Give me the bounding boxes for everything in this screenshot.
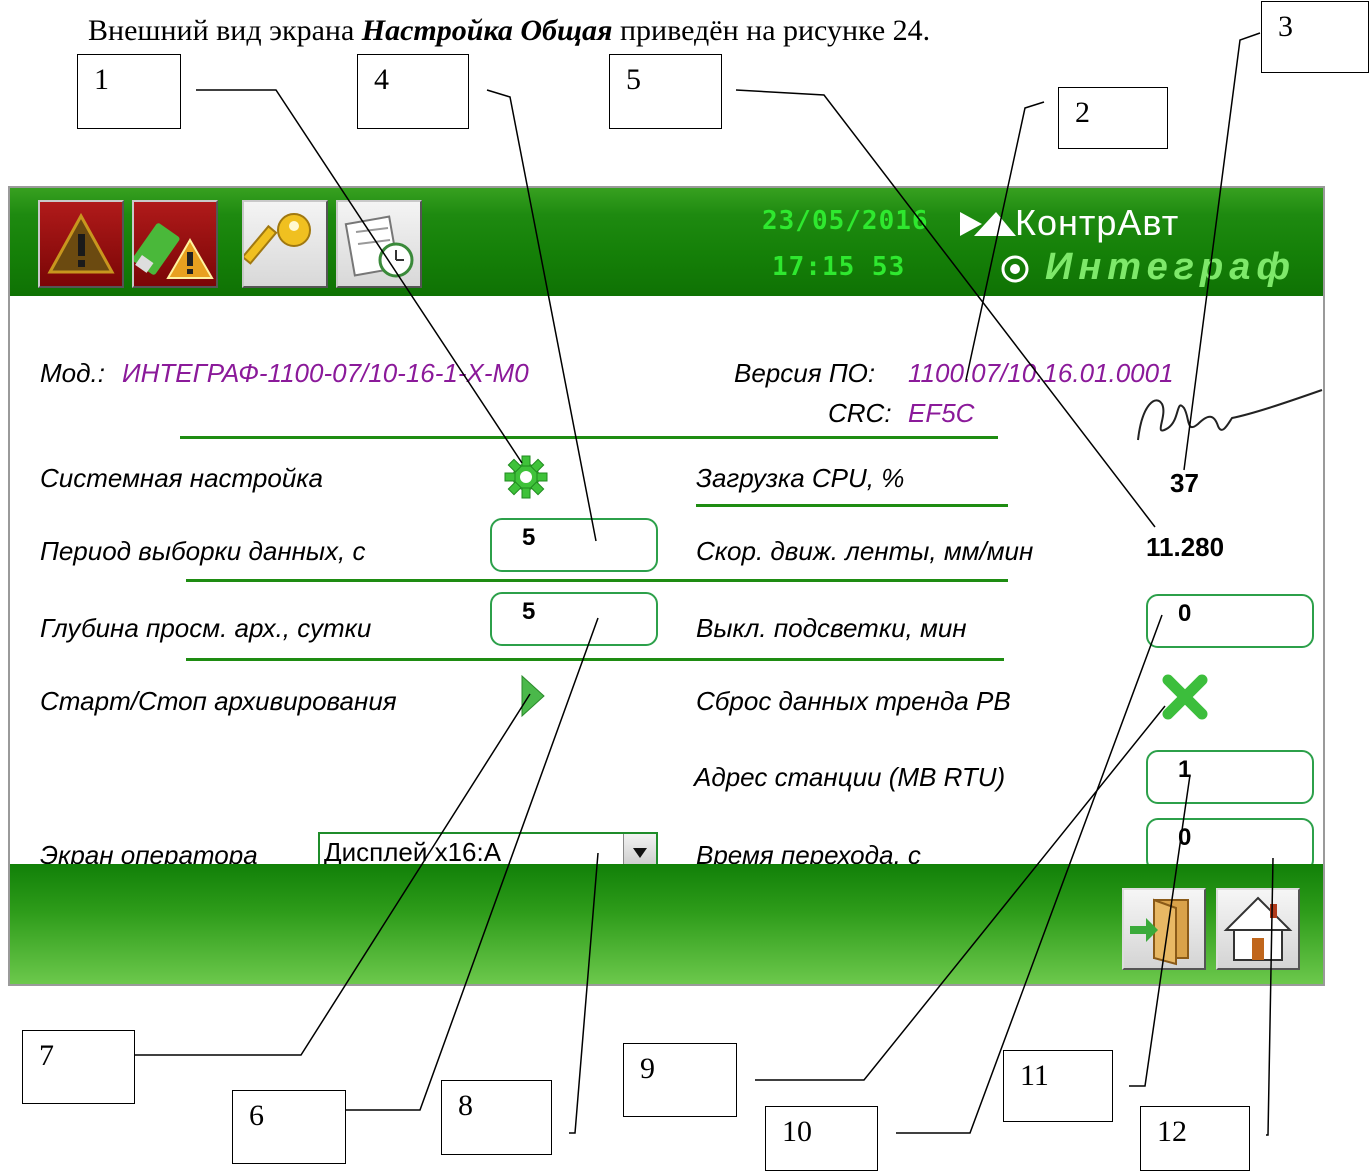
sample-period-label: Период выборки данных, с <box>40 536 366 566</box>
tape-speed-value: 11.280 <box>1146 532 1225 562</box>
usb-alarm-icon <box>134 223 214 279</box>
callout-11: 11 <box>1003 1050 1113 1122</box>
callout-7: 7 <box>22 1030 135 1104</box>
journal-button[interactable] <box>336 200 422 288</box>
callout-10: 10 <box>765 1106 878 1171</box>
access-key-button[interactable] <box>242 200 328 288</box>
crc-label: CRC: <box>828 398 892 428</box>
time-display: 17:15 53 <box>772 252 906 282</box>
archive-toggle-label: Старт/Стоп архивирования <box>40 686 397 716</box>
separator <box>186 658 1004 661</box>
system-settings-label: Системная настройка <box>40 463 324 493</box>
operator-screen-selected: Дисплей х16:А <box>324 837 502 867</box>
sample-period-field[interactable]: 5 <box>490 518 658 572</box>
home-button[interactable] <box>1216 888 1300 970</box>
alarm-icon <box>47 212 115 274</box>
play-icon[interactable] <box>520 674 546 718</box>
station-address-field[interactable]: 1 <box>1146 750 1314 804</box>
signature <box>1137 389 1323 441</box>
header-bar: 23/05/2016 17:15 53 КонтрАвт Интеграф <box>10 188 1323 296</box>
callout-12: 12 <box>1140 1106 1250 1171</box>
reset-trend-label: Сброс данных тренда РВ <box>696 686 1011 716</box>
reset-x-icon[interactable] <box>1160 672 1210 722</box>
tape-speed-label: Скор. движ. ленты, мм/мин <box>696 536 1034 566</box>
key-icon <box>244 213 311 265</box>
callout-2: 2 <box>1058 87 1168 149</box>
cpu-value: 37 <box>1170 468 1199 498</box>
separator <box>180 436 998 439</box>
callout-3: 3 <box>1261 1 1369 73</box>
screen-name: Настройка Общая <box>361 14 613 47</box>
journal-icon <box>344 215 414 278</box>
settings-panel: 23/05/2016 17:15 53 КонтрАвт Интеграф Мо… <box>8 186 1325 986</box>
gear-icon[interactable] <box>502 453 550 501</box>
callout-6: 6 <box>232 1090 346 1164</box>
kontravt-logo-icon <box>960 212 1016 236</box>
separator <box>186 579 1008 582</box>
backlight-off-label: Выкл. подсветки, мин <box>696 613 967 643</box>
callout-8: 8 <box>441 1080 552 1155</box>
cpu-label: Загрузка CPU, % <box>696 463 905 493</box>
usb-alarm-button[interactable] <box>132 200 218 288</box>
firmware-label: Версия ПО: <box>734 358 876 388</box>
callout-4: 4 <box>357 54 469 129</box>
archive-depth-label: Глубина просм. арх., сутки <box>40 613 372 643</box>
product-logo: Интеграф <box>1045 246 1296 288</box>
intro-text: Внешний вид экрана Настройка Общая приве… <box>88 14 931 47</box>
callout-1: 1 <box>77 54 181 129</box>
callout-9: 9 <box>623 1043 737 1117</box>
exit-icon <box>1130 898 1189 966</box>
integraf-logo-icon <box>1001 255 1029 283</box>
brand-logo: КонтрАвт <box>1015 202 1180 243</box>
model-value: ИНТЕГРАФ-1100-07/10-16-1-X-M0 <box>122 358 529 388</box>
station-address-label: Адрес станции (MB RTU) <box>694 762 1006 792</box>
crc-value: EF5C <box>908 398 975 428</box>
callout-5: 5 <box>609 54 722 129</box>
home-icon <box>1223 896 1293 961</box>
archive-depth-field[interactable]: 5 <box>490 592 658 646</box>
exit-button[interactable] <box>1122 888 1206 970</box>
backlight-off-field[interactable]: 0 <box>1146 594 1314 648</box>
date-display: 23/05/2016 <box>762 206 929 236</box>
separator <box>696 504 1008 507</box>
model-label: Мод.: <box>40 358 105 388</box>
alarm-button[interactable] <box>38 200 124 288</box>
